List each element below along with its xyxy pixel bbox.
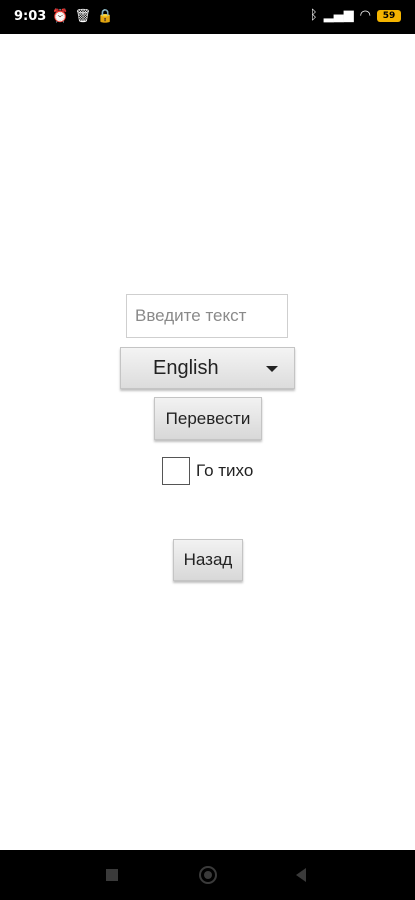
battery-icon: 59 xyxy=(377,9,401,22)
bluetooth-icon: ᛒ xyxy=(309,8,318,23)
quiet-checkbox[interactable] xyxy=(162,457,190,485)
lock-icon: 🔒 xyxy=(97,9,114,24)
translate-button[interactable]: Перевести xyxy=(154,397,262,440)
back-button[interactable]: Назад xyxy=(173,539,243,581)
signal-icon: ▂▄▆ xyxy=(323,8,354,23)
recents-icon[interactable] xyxy=(106,869,118,881)
text-input[interactable] xyxy=(126,294,288,338)
status-left: 9:03 ⏰ 🗑 🔒 xyxy=(14,9,113,24)
status-time: 9:03 xyxy=(14,9,47,24)
status-bar: 9:03 ⏰ 🗑 🔒 ᛒ ▂▄▆ ◠ 59 xyxy=(0,0,415,34)
alarm-icon: ⏰ xyxy=(52,9,69,24)
home-icon[interactable] xyxy=(199,866,217,884)
back-icon[interactable] xyxy=(296,868,306,882)
language-select[interactable]: English xyxy=(120,347,295,389)
trash-icon: 🗑 xyxy=(74,9,92,24)
battery-level: 59 xyxy=(382,10,396,21)
navigation-bar xyxy=(0,850,415,900)
quiet-checkbox-row: Го тихо xyxy=(162,457,253,485)
quiet-checkbox-label: Го тихо xyxy=(196,461,254,480)
language-select-label: English xyxy=(153,357,219,379)
wifi-icon: ◠ xyxy=(359,8,371,23)
chevron-down-icon xyxy=(266,366,278,372)
status-right: ᛒ ▂▄▆ ◠ 59 xyxy=(310,9,401,22)
